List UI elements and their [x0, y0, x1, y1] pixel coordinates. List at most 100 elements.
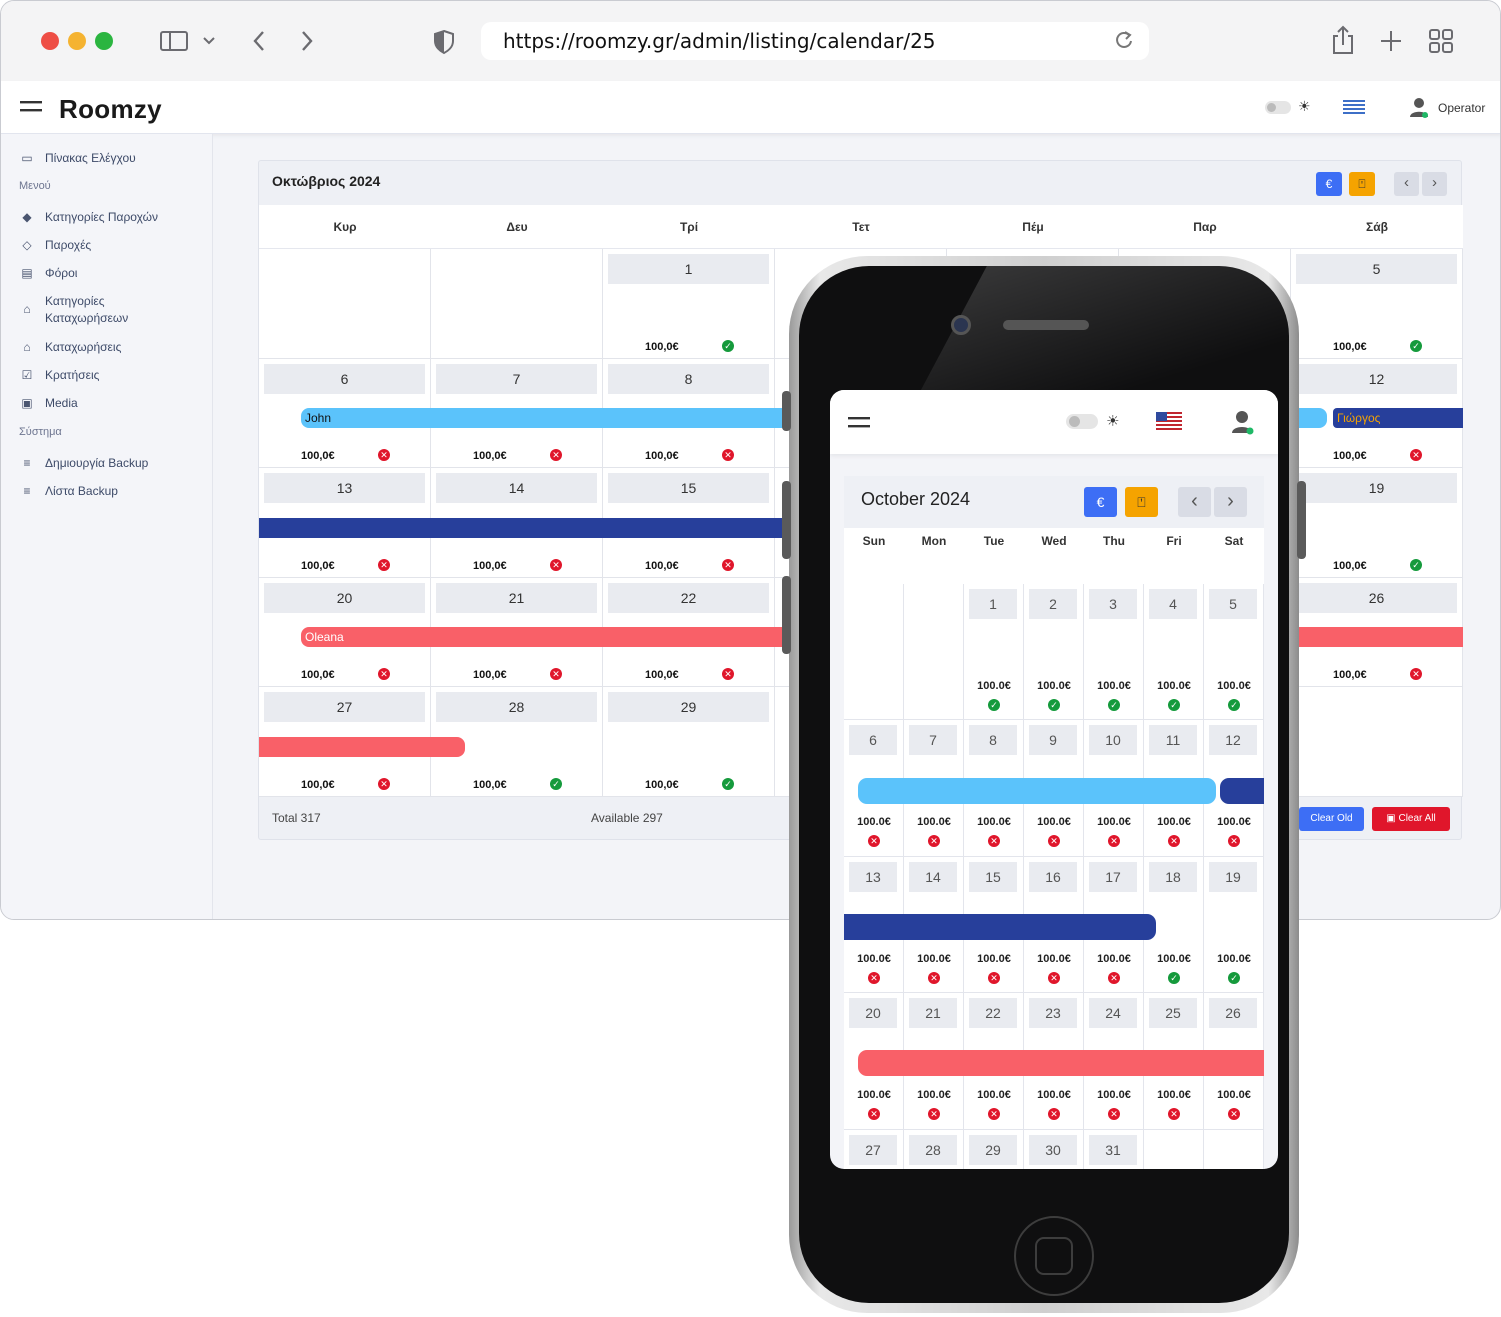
day-number: 28: [436, 692, 597, 723]
mobile-day-cell[interactable]: 28: [904, 1129, 964, 1169]
lock-icon: ⍞: [1137, 494, 1146, 510]
hamburger-menu-icon[interactable]: [20, 100, 42, 119]
hamburger-menu-icon[interactable]: [848, 416, 870, 434]
lock-button[interactable]: ⍞: [1349, 172, 1375, 196]
close-window-button[interactable]: [41, 32, 59, 50]
next-month-button[interactable]: ›: [1422, 172, 1447, 196]
mobile-booking-bar-lightblue[interactable]: [858, 778, 1216, 804]
sidebar-item-create-backup[interactable]: ≡ Δημιουργία Backup: [19, 455, 148, 472]
booking-bar-oleana-end[interactable]: [1299, 627, 1463, 647]
day-number: 27: [264, 692, 425, 723]
sidebar-item-listing-categories[interactable]: ⌂ Κατηγορίες Καταχωρήσεων: [19, 293, 128, 327]
day-price: 100,0€: [301, 778, 335, 791]
sidebar-item-label: Φόροι: [45, 266, 78, 280]
mobile-day-cell[interactable]: 1 100.0€ ✓: [964, 584, 1024, 721]
database-icon: ≡: [23, 484, 31, 498]
user-avatar-icon[interactable]: [1409, 97, 1429, 124]
user-name[interactable]: Operator: [1438, 101, 1485, 115]
phone-volume-up: [782, 481, 791, 559]
currency-button[interactable]: €: [1316, 172, 1342, 196]
day-number: 7: [436, 363, 597, 394]
reload-icon[interactable]: [1113, 22, 1135, 72]
sidebar-item-amenity-categories[interactable]: ◆ Κατηγορίες Παροχών: [19, 209, 158, 226]
mobile-day-cell[interactable]: 27: [844, 1129, 904, 1169]
phone-mute-switch: [782, 391, 791, 431]
day-price: 100,0€: [1333, 450, 1367, 463]
unavailable-x-icon: ✕: [378, 668, 390, 681]
day-cell[interactable]: 1 100,0€ ✓: [603, 249, 775, 359]
unavailable-x-icon: ✕: [722, 449, 734, 462]
sidebar-item-amenities[interactable]: ◇ Παροχές: [19, 237, 91, 254]
mobile-day-number: 1: [969, 589, 1017, 619]
booking-bar-red-week5[interactable]: [259, 737, 465, 757]
back-icon[interactable]: [251, 29, 267, 58]
sidebar-toggle-icon[interactable]: [159, 29, 189, 58]
plus-icon[interactable]: [1379, 29, 1403, 58]
sidebar-item-media[interactable]: ▣ Media: [19, 395, 77, 412]
day-cell[interactable]: 29 100,0€ ✓: [603, 687, 775, 797]
mobile-day-cell[interactable]: 19 100.0€ ✓: [1204, 856, 1264, 994]
available-check-icon: ✓: [1410, 558, 1422, 571]
sidebar-item-backup-list[interactable]: ≡ Λίστα Backup: [19, 483, 117, 500]
address-bar[interactable]: https://roomzy.gr/admin/listing/calendar…: [481, 22, 1149, 60]
theme-toggle[interactable]: [1066, 414, 1098, 429]
shield-icon[interactable]: [432, 29, 456, 60]
sidebar-item-taxes[interactable]: ▤ Φόροι: [19, 265, 77, 282]
greek-flag-icon[interactable]: [1343, 100, 1365, 115]
mobile-day-price: 100.0€: [917, 1089, 951, 1102]
us-flag-icon[interactable]: [1156, 412, 1182, 430]
mobile-day-cell[interactable]: 30: [1024, 1129, 1084, 1169]
sidebar-item-label: Κρατήσεις: [45, 368, 100, 382]
sidebar-item-listings[interactable]: ⌂ Καταχωρήσεις: [19, 339, 121, 356]
clear-old-button[interactable]: Clear Old: [1299, 807, 1364, 831]
empty-day-cell: [1291, 687, 1463, 797]
mobile-booking-bar-navy[interactable]: [844, 914, 1156, 940]
day-number: 5: [1296, 254, 1457, 284]
lock-button[interactable]: ⍞: [1125, 487, 1158, 517]
mobile-day-cell[interactable]: 2 100.0€ ✓: [1024, 584, 1084, 721]
theme-toggle[interactable]: [1265, 101, 1291, 114]
prev-month-button[interactable]: ‹: [1394, 172, 1419, 196]
clear-all-button[interactable]: ▣ Clear All: [1372, 807, 1450, 831]
day-price: 100,0€: [473, 559, 507, 572]
mobile-day-cell[interactable]: 31: [1084, 1129, 1144, 1169]
day-price: 100,0€: [301, 559, 335, 572]
mobile-day-number: 2: [1029, 589, 1077, 619]
mobile-empty-day-cell: [1144, 1129, 1204, 1169]
mobile-booking-bar-navy-start[interactable]: [1220, 778, 1264, 804]
sidebar-item-label: Καταχωρήσεων: [45, 311, 129, 325]
unavailable-x-icon: ✕: [1108, 971, 1120, 984]
sidebar-item-bookings[interactable]: ☑ Κρατήσεις: [19, 367, 100, 384]
user-avatar-icon[interactable]: [1231, 410, 1255, 441]
share-icon[interactable]: [1330, 25, 1356, 60]
tabs-grid-icon[interactable]: [1429, 29, 1453, 58]
app-title[interactable]: Roomzy: [59, 94, 162, 125]
day-header: Δευ: [431, 205, 603, 249]
mobile-day-number: 16: [1029, 861, 1077, 892]
prev-month-button[interactable]: ‹: [1178, 487, 1211, 517]
booking-bar-giorgos[interactable]: Γιώργος: [1333, 408, 1463, 428]
sidebar-item-dashboard[interactable]: ▭ Πίνακας Ελέγχου: [19, 150, 135, 167]
chevron-down-icon[interactable]: [201, 29, 217, 58]
url-text: https://roomzy.gr/admin/listing/calendar…: [503, 29, 936, 53]
unavailable-x-icon: ✕: [928, 1108, 940, 1121]
day-cell[interactable]: 5 100,0€ ✓: [1291, 249, 1463, 359]
mobile-day-cell[interactable]: 5 100.0€ ✓: [1204, 584, 1264, 721]
mobile-day-number: 13: [849, 861, 897, 892]
minimize-window-button[interactable]: [68, 32, 86, 50]
mobile-day-price: 100.0€: [1157, 1089, 1191, 1102]
day-price: 100,0€: [645, 450, 679, 463]
mobile-day-cell[interactable]: 29: [964, 1129, 1024, 1169]
next-month-button[interactable]: ›: [1214, 487, 1247, 517]
mobile-booking-bar-red[interactable]: [858, 1050, 1264, 1076]
available-check-icon: ✓: [988, 699, 1000, 711]
home-button-icon: [1035, 1237, 1073, 1275]
day-number: 1: [608, 254, 769, 284]
currency-button[interactable]: €: [1084, 487, 1117, 517]
mobile-day-cell[interactable]: 3 100.0€ ✓: [1084, 584, 1144, 721]
mobile-day-cell[interactable]: 4 100.0€ ✓: [1144, 584, 1204, 721]
day-cell[interactable]: 19 100,0€ ✓: [1291, 468, 1463, 578]
zoom-window-button[interactable]: [95, 32, 113, 50]
forward-icon[interactable]: [299, 29, 315, 58]
booking-bar-john-end[interactable]: [1299, 408, 1327, 428]
